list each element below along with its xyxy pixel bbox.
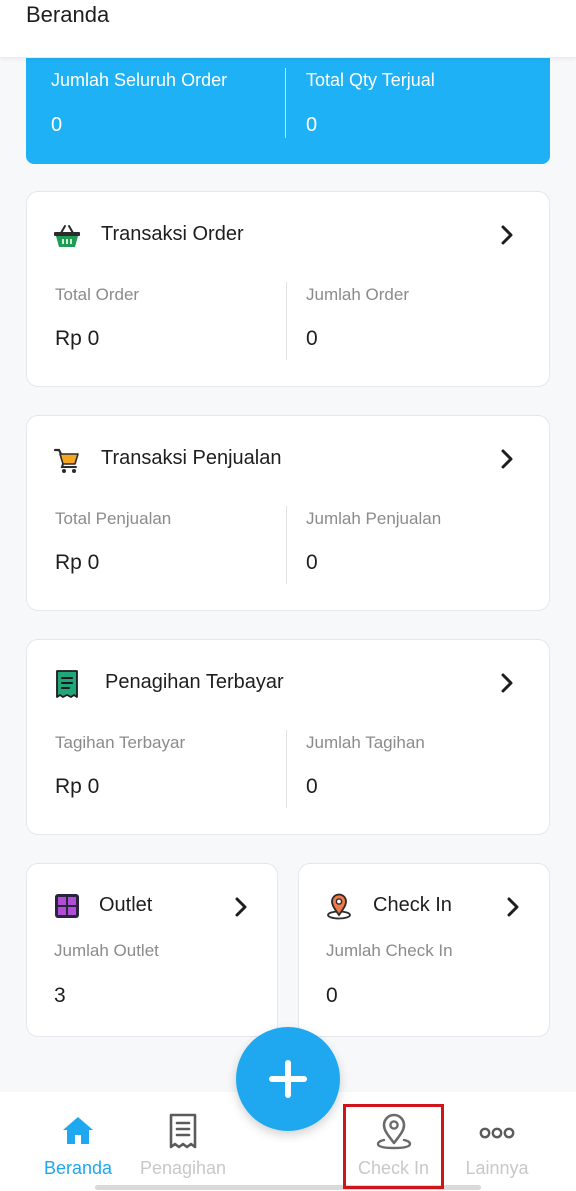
chevron-right-icon[interactable] — [499, 672, 515, 694]
metric-value: 0 — [306, 551, 318, 574]
chevron-right-icon[interactable] — [499, 224, 515, 246]
home-indicator — [95, 1185, 481, 1190]
basket-icon — [53, 222, 81, 250]
metric-label: Jumlah Check In — [326, 941, 453, 960]
metric-value: Rp 0 — [55, 327, 100, 350]
summary-total-orders: Jumlah Seluruh Order 0 — [51, 58, 301, 164]
nav-label: Penagihan — [139, 1158, 227, 1178]
app-header: Beranda — [0, 0, 576, 58]
card-title: Transaksi Penjualan — [101, 447, 282, 469]
summary-label: Total Qty Terjual — [306, 70, 435, 90]
metric-value: Rp 0 — [55, 551, 100, 574]
store-icon — [53, 892, 81, 920]
chevron-right-icon[interactable] — [505, 896, 521, 918]
summary-label: Jumlah Seluruh Order — [51, 70, 228, 90]
metric-label: Jumlah Outlet — [54, 941, 159, 960]
nav-label: Check In — [357, 1158, 430, 1178]
metric-label: Tagihan Terbayar — [55, 733, 186, 752]
metric-label: Jumlah Penjualan — [306, 509, 442, 528]
summary-total-qty: Total Qty Terjual 0 — [306, 58, 556, 164]
summary-value: 0 — [51, 114, 63, 136]
metric-label: Total Order — [55, 285, 140, 304]
receipt-icon — [53, 670, 81, 698]
card-divider — [286, 506, 287, 584]
card-title: Check In — [373, 894, 452, 916]
nav-item-checkin[interactable]: Check In — [343, 1092, 444, 1191]
outlet-card[interactable]: Outlet Jumlah Outlet 3 — [26, 863, 278, 1037]
receipt-icon — [169, 1113, 197, 1149]
card-divider — [286, 282, 287, 360]
summary-value: 0 — [306, 114, 318, 136]
summary-divider — [285, 68, 286, 138]
more-dots-icon — [479, 1127, 515, 1139]
metric-value: Rp 0 — [55, 775, 100, 798]
summary-banner: Jumlah Seluruh Order 0 Total Qty Terjual… — [26, 58, 550, 164]
metric-value: 3 — [54, 984, 66, 1007]
nav-item-home[interactable]: Beranda — [28, 1092, 128, 1191]
card-title: Transaksi Order — [101, 223, 244, 245]
metric-value: 0 — [306, 775, 318, 798]
billing-paid-card[interactable]: Penagihan Terbayar Tagihan Terbayar Rp 0… — [26, 639, 550, 835]
location-pin-icon — [325, 892, 353, 920]
metric-label: Total Penjualan — [55, 509, 172, 528]
home-icon — [63, 1117, 93, 1144]
metric-label: Jumlah Tagihan — [306, 733, 425, 752]
metric-label: Jumlah Order — [306, 285, 409, 304]
chevron-right-icon[interactable] — [499, 448, 515, 470]
card-title: Outlet — [99, 894, 153, 916]
card-divider — [286, 730, 287, 808]
card-title: Penagihan Terbayar — [105, 671, 284, 693]
nav-label: Lainnya — [465, 1158, 529, 1178]
page-title: Beranda — [26, 2, 110, 27]
add-fab-button[interactable] — [236, 1027, 340, 1131]
nav-item-more[interactable]: Lainnya — [447, 1092, 547, 1191]
metric-value: 0 — [326, 984, 338, 1007]
chevron-right-icon[interactable] — [233, 896, 249, 918]
sales-transaction-card[interactable]: Transaksi Penjualan Total Penjualan Rp 0… — [26, 415, 550, 611]
location-pin-icon — [376, 1113, 411, 1150]
nav-item-billing[interactable]: Penagihan — [128, 1092, 238, 1191]
nav-label: Beranda — [43, 1158, 113, 1178]
order-transaction-card[interactable]: Transaksi Order Total Order Rp 0 Jumlah … — [26, 191, 550, 387]
cart-icon — [53, 446, 81, 474]
checkin-card[interactable]: Check In Jumlah Check In 0 — [298, 863, 550, 1037]
metric-value: 0 — [306, 327, 318, 350]
